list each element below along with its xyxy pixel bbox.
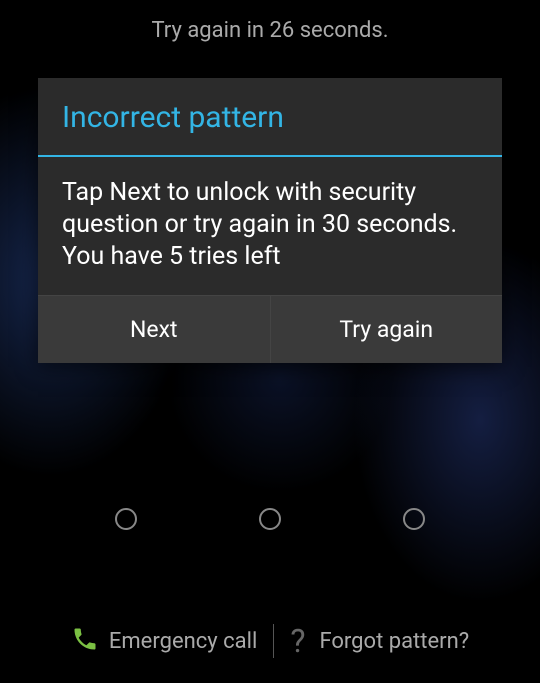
pattern-dot[interactable] xyxy=(403,508,425,530)
question-icon: ? xyxy=(290,625,305,657)
emergency-call-label: Emergency call xyxy=(109,629,257,654)
forgot-pattern-button[interactable]: ? Forgot pattern? xyxy=(274,619,485,663)
lockscreen-footer: Emergency call ? Forgot pattern? xyxy=(0,619,540,663)
pattern-dot[interactable] xyxy=(259,508,281,530)
forgot-pattern-label: Forgot pattern? xyxy=(319,629,469,654)
emergency-call-button[interactable]: Emergency call xyxy=(55,619,273,663)
try-again-button[interactable]: Try again xyxy=(271,296,503,363)
dialog-button-row: Next Try again xyxy=(38,295,502,363)
dialog-message: Tap Next to unlock with security questio… xyxy=(38,157,502,295)
phone-icon xyxy=(71,625,109,657)
next-button[interactable]: Next xyxy=(38,296,271,363)
dialog-title: Incorrect pattern xyxy=(38,78,502,155)
incorrect-pattern-dialog: Incorrect pattern Tap Next to unlock wit… xyxy=(38,78,502,363)
retry-countdown: Try again in 26 seconds. xyxy=(0,18,540,43)
pattern-dot[interactable] xyxy=(115,508,137,530)
pattern-dots-row xyxy=(0,508,540,530)
